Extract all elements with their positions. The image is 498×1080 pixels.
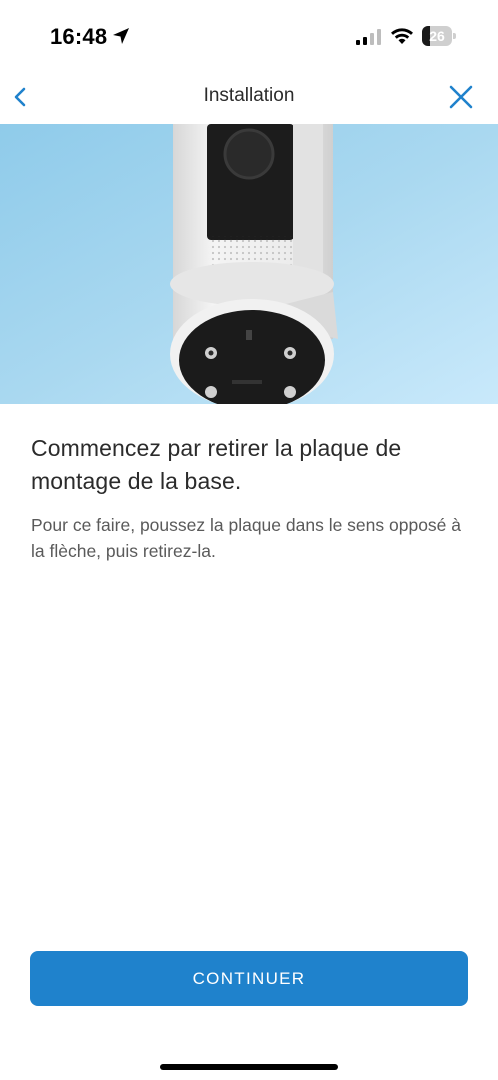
instruction-body: Pour ce faire, poussez la plaque dans le… bbox=[31, 515, 462, 561]
nav-bar: Installation bbox=[0, 72, 498, 122]
page-title: Installation bbox=[203, 85, 295, 106]
hero-illustration bbox=[0, 124, 498, 404]
home-indicator[interactable] bbox=[160, 1064, 338, 1070]
continue-button[interactable]: CONTINUER bbox=[30, 951, 468, 1006]
camera-base-illustration bbox=[0, 124, 498, 404]
signal-icon bbox=[356, 29, 381, 45]
instruction-heading: Commencez par retirer la plaque de monta… bbox=[31, 435, 402, 494]
wifi-icon bbox=[391, 28, 413, 44]
location-arrow-icon bbox=[113, 28, 129, 44]
status-bar: 16:48 26 bbox=[0, 0, 498, 72]
close-button[interactable] bbox=[444, 80, 478, 114]
battery-icon: 26 bbox=[422, 26, 456, 46]
battery-level-text: 26 bbox=[429, 28, 445, 44]
close-icon bbox=[449, 85, 473, 109]
installation-screen: 16:48 26 Installation Commencez par reti… bbox=[0, 0, 498, 1080]
instruction-content: Commencez par retirer la plaque de monta… bbox=[31, 432, 471, 564]
status-time: 16:48 bbox=[50, 24, 108, 49]
